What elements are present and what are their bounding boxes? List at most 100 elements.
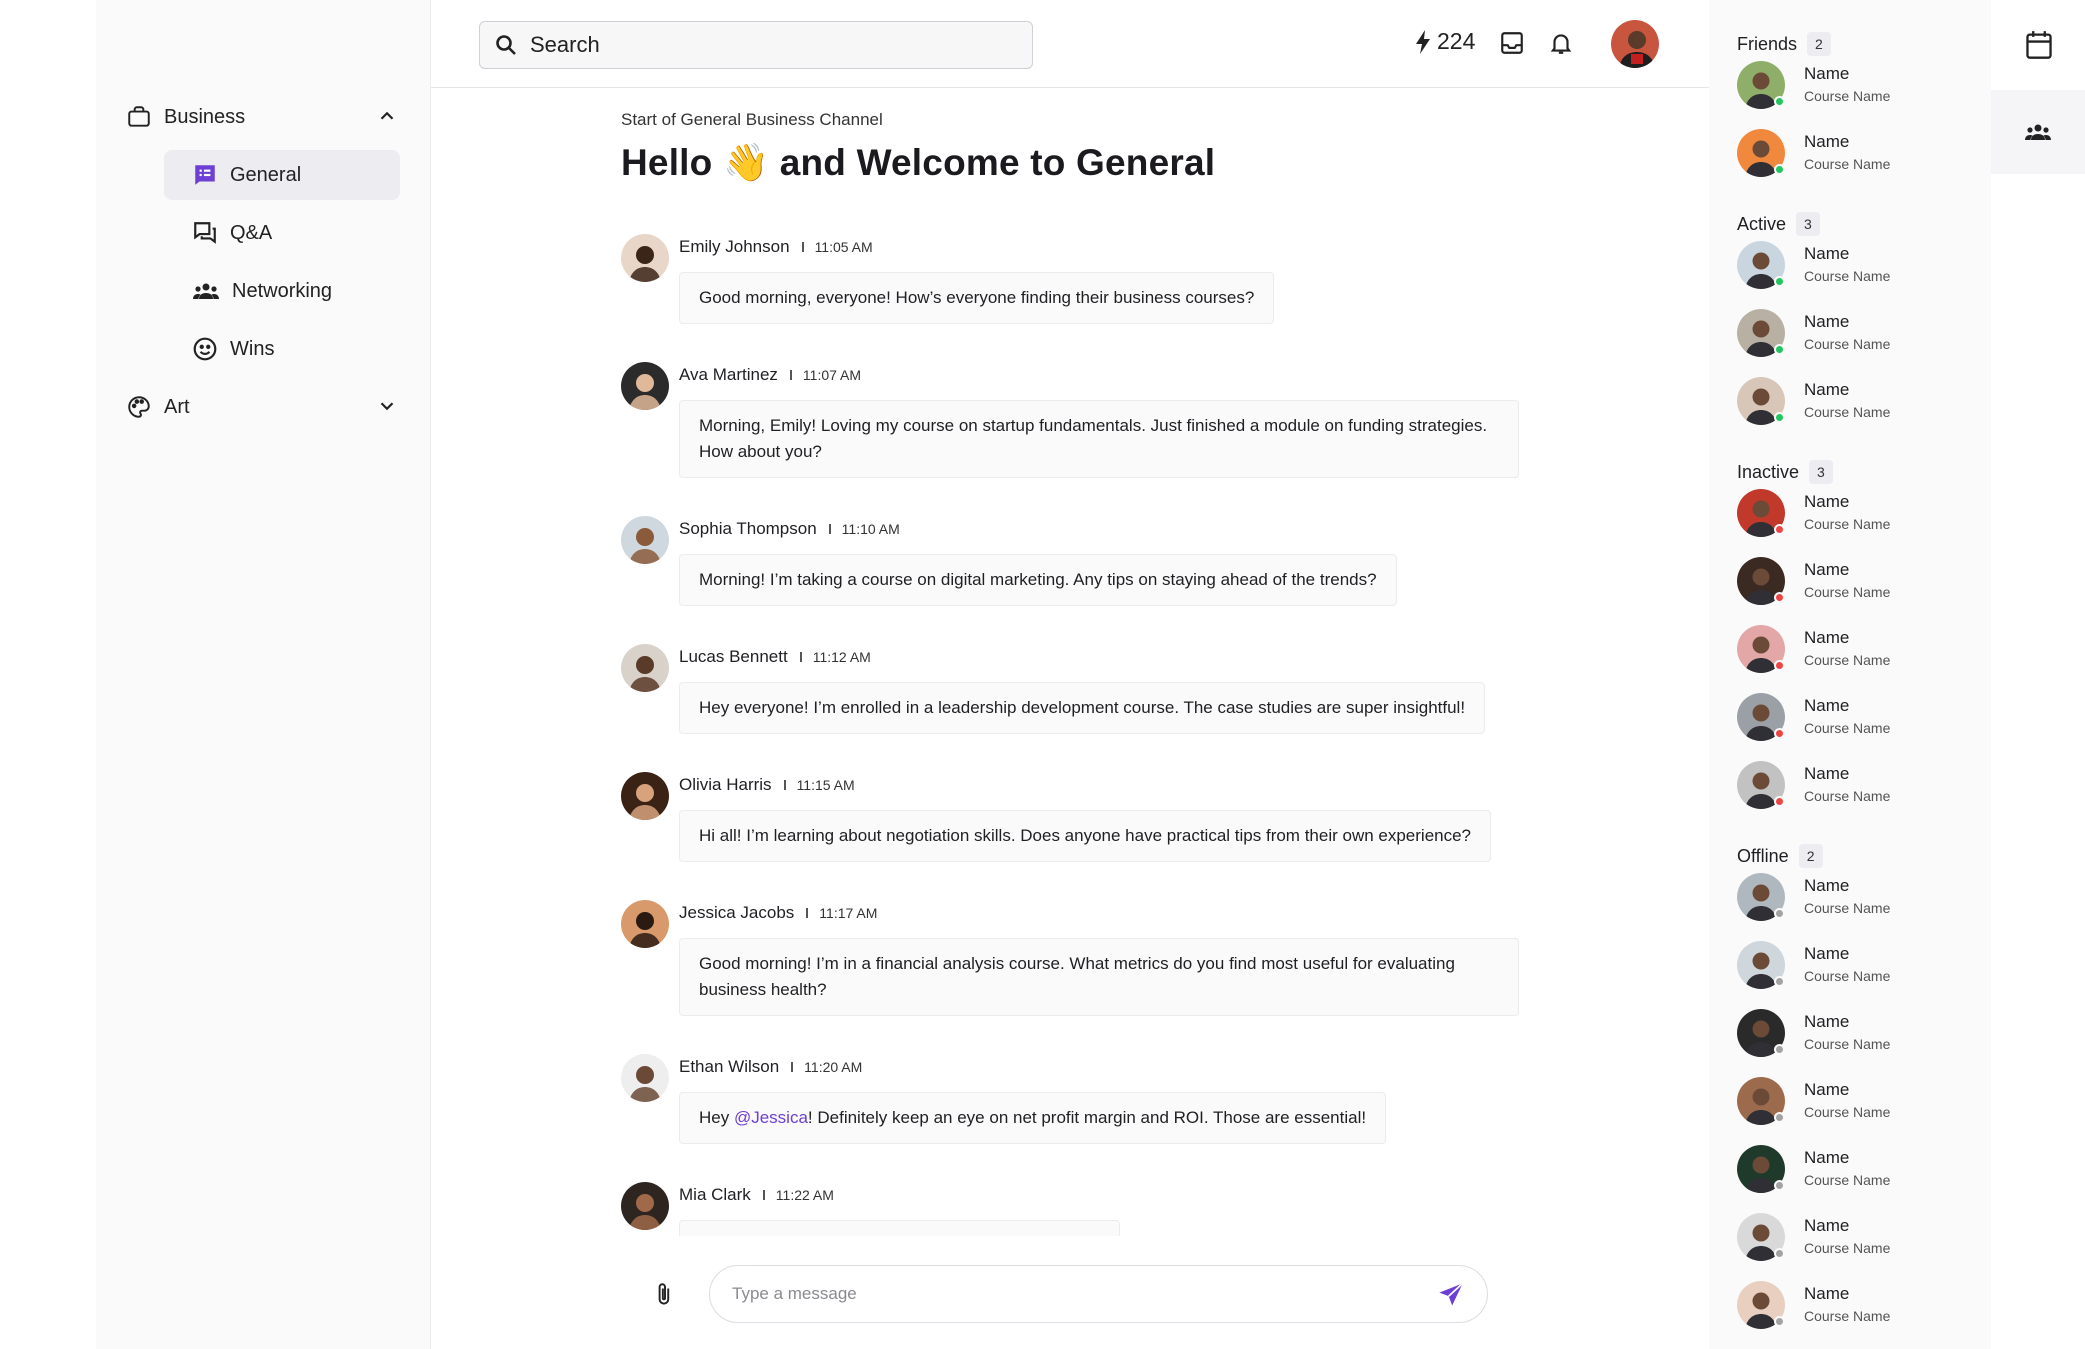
status-dot <box>1774 1044 1785 1055</box>
members-panel: Friends 2 Name Course Name Name Course Na… <box>1709 0 1991 1349</box>
group-count: 3 <box>1809 460 1833 484</box>
message-bubble: Good morning, everyone! How’s everyone f… <box>679 272 1275 324</box>
member-name: Name <box>1804 876 1850 895</box>
attach-icon[interactable] <box>652 1281 678 1309</box>
status-dot <box>1774 524 1785 535</box>
member-course: Course Name <box>1804 1104 1891 1120</box>
member-name: Name <box>1804 244 1850 263</box>
member-course: Course Name <box>1804 268 1891 284</box>
member-item[interactable]: Name Course Name <box>1737 622 1977 676</box>
message-time: 11:20 AM <box>804 1059 863 1075</box>
member-item[interactable]: Name Course Name <box>1737 486 1977 540</box>
message-time: 11:15 AM <box>796 777 855 793</box>
channel-general[interactable]: General <box>164 150 400 200</box>
welcome-text: Hello <box>621 142 713 183</box>
separator <box>828 524 831 534</box>
avatar <box>1737 1145 1785 1193</box>
member-item[interactable]: Name Course Name <box>1737 58 1977 112</box>
mention-link[interactable]: @Jessica <box>734 1108 808 1127</box>
message-bubble: Morning, Emily! Loving my course on star… <box>679 400 1519 478</box>
chevron-down-icon[interactable] <box>376 395 398 417</box>
member-item[interactable]: Name Course Name <box>1737 126 1977 180</box>
message-input[interactable] <box>732 1284 1422 1304</box>
message-author[interactable]: Lucas Bennett <box>679 647 788 667</box>
avatar[interactable] <box>621 1054 669 1102</box>
search-bar[interactable] <box>479 21 1033 69</box>
avatar[interactable] <box>621 772 669 820</box>
channel-qa[interactable]: Q&A <box>164 208 400 258</box>
message-bubble: Hi all! I’m learning about negotiation s… <box>679 810 1492 862</box>
member-group-header: Inactive 3 <box>1737 458 1833 486</box>
avatar <box>1737 873 1785 921</box>
member-course: Course Name <box>1804 1172 1891 1188</box>
message-bubble: Good morning! I’m in a financial analysi… <box>679 938 1519 1016</box>
message-author[interactable]: Emily Johnson <box>679 237 790 257</box>
members-toggle[interactable] <box>1991 90 2085 174</box>
message-input-box[interactable] <box>709 1265 1488 1323</box>
smile-icon <box>193 337 217 361</box>
send-icon[interactable] <box>1437 1281 1465 1309</box>
member-item[interactable]: Name Course Name <box>1737 870 1977 924</box>
avatar[interactable] <box>621 362 669 410</box>
inbox-icon[interactable] <box>1499 30 1525 56</box>
member-item[interactable]: Name Course Name <box>1737 1278 1977 1332</box>
category-business[interactable]: Business <box>126 97 398 137</box>
avatar[interactable] <box>621 234 669 282</box>
member-item[interactable]: Name Course Name <box>1737 554 1977 608</box>
user-avatar[interactable] <box>1611 20 1659 68</box>
status-dot <box>1774 96 1785 107</box>
avatar <box>1737 1213 1785 1261</box>
calendar-icon[interactable] <box>2025 30 2053 60</box>
avatar <box>1737 557 1785 605</box>
message-author[interactable]: Mia Clark <box>679 1185 751 1205</box>
avatar[interactable] <box>621 516 669 564</box>
member-item[interactable]: Name Course Name <box>1737 1142 1977 1196</box>
member-name: Name <box>1804 1284 1850 1303</box>
avatar <box>1737 693 1785 741</box>
search-input[interactable] <box>530 32 1010 58</box>
channel-wins[interactable]: Wins <box>164 324 400 374</box>
channel-networking[interactable]: Networking <box>164 266 400 316</box>
message-text: Good morning! I’m in a financial analysi… <box>699 954 1455 999</box>
chevron-up-icon[interactable] <box>376 105 398 127</box>
member-item[interactable]: Name Course Name <box>1737 238 1977 292</box>
group-title: Inactive <box>1737 461 1800 482</box>
member-item[interactable]: Name Course Name <box>1737 1006 1977 1060</box>
status-dot <box>1774 1248 1785 1259</box>
member-course: Course Name <box>1804 900 1891 916</box>
bell-icon[interactable] <box>1548 30 1574 56</box>
member-item[interactable]: Name Course Name <box>1737 1210 1977 1264</box>
avatar[interactable] <box>621 1182 669 1230</box>
message: Sophia Thompson 11:10 AM Morning! I’m ta… <box>621 516 1521 606</box>
separator <box>762 1190 765 1200</box>
message-author[interactable]: Jessica Jacobs <box>679 903 794 923</box>
message-author[interactable]: Ethan Wilson <box>679 1057 779 1077</box>
member-item[interactable]: Name Course Name <box>1737 374 1977 428</box>
member-course: Course Name <box>1804 516 1891 532</box>
member-course: Course Name <box>1804 1308 1891 1324</box>
wave-emoji: 👋 <box>722 142 770 183</box>
message-text: Hey everyone! I’m enrolled in a leadersh… <box>699 698 1466 717</box>
message: Olivia Harris 11:15 AM Hi all! I’m learn… <box>621 772 1521 862</box>
member-item[interactable]: Name Course Name <box>1737 758 1977 812</box>
category-art[interactable]: Art <box>126 387 398 427</box>
member-item[interactable]: Name Course Name <box>1737 690 1977 744</box>
message-author[interactable]: Sophia Thompson <box>679 519 817 539</box>
member-group-header: Active 3 <box>1737 210 1820 238</box>
group-title: Active <box>1737 213 1787 234</box>
message-author[interactable]: Ava Martinez <box>679 365 778 385</box>
separator <box>789 370 792 380</box>
message-time: 11:10 AM <box>841 521 900 537</box>
member-item[interactable]: Name Course Name <box>1737 938 1977 992</box>
avatar[interactable] <box>621 900 669 948</box>
category-label: Business <box>164 105 246 128</box>
member-item[interactable]: Name Course Name <box>1737 306 1977 360</box>
member-item[interactable]: Name Course Name <box>1737 1074 1977 1128</box>
member-name: Name <box>1804 1080 1850 1099</box>
member-course: Course Name <box>1804 404 1891 420</box>
message-time: 11:12 AM <box>812 649 871 665</box>
avatar[interactable] <box>621 644 669 692</box>
message-author[interactable]: Olivia Harris <box>679 775 772 795</box>
group-icon <box>193 283 219 299</box>
status-dot <box>1774 344 1785 355</box>
